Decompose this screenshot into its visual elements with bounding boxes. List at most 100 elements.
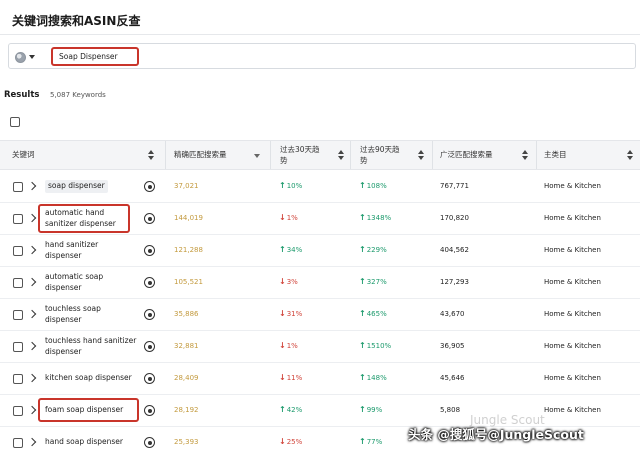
select-all-checkbox[interactable]	[10, 117, 20, 127]
chevron-right-icon[interactable]	[27, 437, 37, 447]
keyword-text: kitchen soap dispenser	[45, 373, 132, 383]
row-checkbox[interactable]	[13, 374, 23, 384]
header-exact-volume[interactable]: 精确匹配搜索量	[174, 141, 254, 169]
sort-icon[interactable]	[627, 150, 633, 160]
arrow-down-icon: ↓	[279, 309, 286, 318]
keyword-text: hand soap dispenser	[45, 437, 123, 447]
asin-lookup-icon[interactable]	[144, 245, 155, 256]
trend-30: ↓ 31%	[279, 309, 302, 319]
exact-volume: 105,521	[174, 278, 203, 286]
trend-90-value: 1348%	[366, 214, 392, 222]
marketplace-select[interactable]	[15, 49, 45, 65]
trend-90-value: 229%	[366, 246, 387, 254]
search-input[interactable]: Soap Dispenser	[51, 47, 139, 66]
keyword-cell[interactable]: automatic soap dispenser	[45, 267, 137, 298]
category-cell: Home & Kitchen	[544, 246, 601, 254]
results-label: Results	[4, 90, 40, 100]
asin-lookup-icon[interactable]	[144, 309, 155, 320]
caret-down-icon	[29, 55, 35, 59]
header-broad-volume[interactable]: 广泛匹配搜索量	[440, 141, 520, 169]
sort-down-icon[interactable]	[254, 154, 260, 158]
table-row: automatic soap dispenser 105,521 ↓ 3% ↑ 327% 1…	[0, 267, 640, 299]
row-checkbox[interactable]	[13, 278, 23, 288]
keyword-cell[interactable]: hand sanitizer dispenser	[45, 235, 137, 266]
trend-30-value: 11%	[286, 374, 303, 382]
broad-volume: 170,820	[440, 214, 469, 222]
keyword-cell[interactable]: touchless hand sanitizer dispenser	[45, 331, 137, 362]
row-checkbox[interactable]	[13, 438, 23, 448]
keyword-text: soap dispenser	[45, 180, 108, 193]
header-trend-30[interactable]: 过去30天趋势	[280, 141, 324, 169]
sort-icon[interactable]	[418, 150, 424, 160]
row-checkbox[interactable]	[13, 406, 23, 416]
broad-volume: 45,646	[440, 374, 465, 382]
keyword-cell[interactable]: touchless soap dispenser	[45, 299, 137, 330]
chevron-right-icon[interactable]	[27, 245, 37, 255]
row-checkbox[interactable]	[13, 310, 23, 320]
keyword-text: touchless soap dispenser	[45, 303, 101, 324]
highlight-box	[38, 398, 139, 422]
arrow-up-icon: ↑	[359, 437, 366, 446]
asin-lookup-icon[interactable]	[144, 373, 155, 384]
asin-lookup-icon[interactable]	[144, 181, 155, 192]
row-checkbox[interactable]	[13, 246, 23, 256]
exact-volume: 37,021	[174, 182, 199, 190]
arrow-up-icon: ↑	[359, 309, 366, 318]
th-sep	[270, 141, 271, 169]
exact-volume: 144,019	[174, 214, 203, 222]
trend-30: ↓ 11%	[279, 373, 303, 383]
arrow-up-icon: ↑	[359, 405, 366, 414]
category-cell: Home & Kitchen	[544, 406, 601, 414]
trend-90-value: 465%	[366, 310, 387, 318]
th-sep	[536, 141, 537, 169]
keyword-cell[interactable]: hand soap dispenser	[45, 427, 137, 452]
sort-icon[interactable]	[522, 150, 528, 160]
sort-icon[interactable]	[338, 150, 344, 160]
trend-90: ↑ 99%	[359, 405, 383, 415]
keyword-cell[interactable]: kitchen soap dispenser	[45, 363, 137, 394]
arrow-up-icon: ↑	[279, 181, 286, 190]
chevron-right-icon[interactable]	[27, 213, 37, 223]
asin-lookup-icon[interactable]	[144, 341, 155, 352]
chevron-right-icon[interactable]	[27, 181, 37, 191]
chevron-right-icon[interactable]	[27, 405, 37, 415]
header-keyword[interactable]: 关键词	[12, 141, 132, 169]
trend-90: ↑ 108%	[359, 182, 387, 191]
trend-90: ↑ 148%	[359, 374, 387, 383]
arrow-down-icon: ↓	[279, 373, 286, 382]
table-row: soap dispenser 37,021 ↑ 10% ↑ 108% 767,771 Home…	[0, 171, 640, 203]
asin-lookup-icon[interactable]	[144, 277, 155, 288]
category-cell: Home & Kitchen	[544, 374, 601, 382]
asin-lookup-icon[interactable]	[144, 213, 155, 224]
asin-lookup-icon[interactable]	[144, 437, 155, 448]
header-category[interactable]: 主类目	[544, 141, 604, 169]
chevron-right-icon[interactable]	[27, 373, 37, 383]
sort-icon[interactable]	[148, 150, 154, 160]
chevron-right-icon[interactable]	[27, 341, 37, 351]
broad-volume: 404,562	[440, 246, 469, 254]
arrow-down-icon: ↓	[279, 277, 286, 286]
th-sep	[350, 141, 351, 169]
trend-90-value: 99%	[366, 406, 383, 414]
category-cell: Home & Kitchen	[544, 342, 601, 350]
asin-lookup-icon[interactable]	[144, 405, 155, 416]
keyword-cell[interactable]: soap dispenser	[45, 171, 137, 202]
header-trend-90[interactable]: 过去90天趋势	[360, 141, 404, 169]
chevron-right-icon[interactable]	[27, 277, 37, 287]
trend-90: ↑ 77%	[359, 437, 382, 447]
exact-volume: 28,192	[174, 406, 199, 414]
table-row: automatic hand sanitizer dispenser 144,01…	[0, 203, 640, 235]
chevron-right-icon[interactable]	[27, 309, 37, 319]
keyword-text: automatic soap dispenser	[45, 271, 104, 292]
trend-90: ↑ 229%	[359, 246, 387, 255]
arrow-up-icon: ↑	[359, 213, 366, 222]
trend-30-value: 25%	[286, 438, 303, 446]
trend-90: ↑ 1510%	[359, 342, 391, 351]
broad-volume: 5,808	[440, 406, 461, 414]
trend-90: ↑ 465%	[359, 309, 387, 319]
row-checkbox[interactable]	[13, 214, 23, 224]
row-checkbox[interactable]	[13, 182, 23, 192]
row-checkbox[interactable]	[13, 342, 23, 352]
results-count: 5,087 Keywords	[50, 91, 106, 99]
broad-volume: 43,670	[440, 310, 465, 318]
